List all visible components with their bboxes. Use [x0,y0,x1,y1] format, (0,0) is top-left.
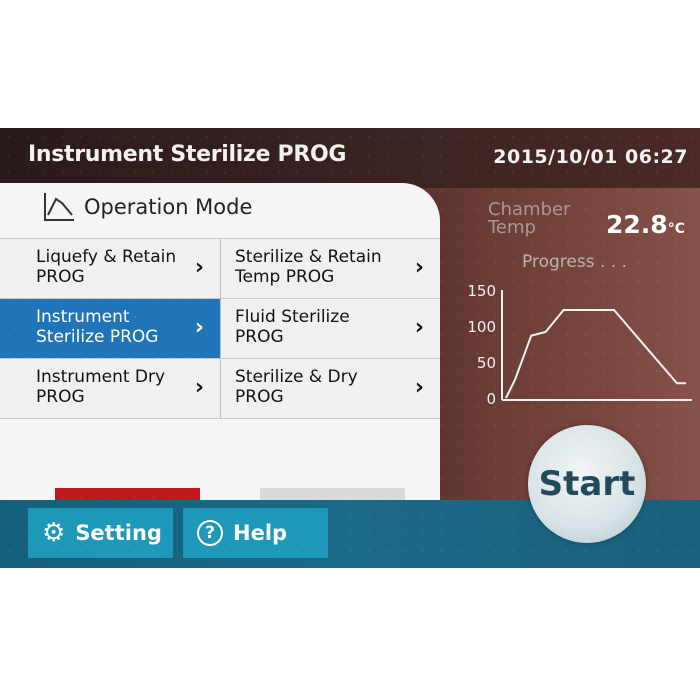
program-sterilize-dry[interactable]: Sterilize & Dry PROG › [220,359,440,419]
y-tick-0: 0 [486,390,496,408]
program-instrument-dry[interactable]: Instrument Dry PROG › [0,359,220,419]
program-label-line2: PROG [235,327,284,347]
operation-mode-dialog: Operation Mode Liquefy & Retain PROG › S… [0,183,440,548]
setting-button[interactable]: ⚙ Setting [28,508,173,558]
progress-profile-line [505,309,686,399]
program-label-line1: Sterilize & Dry [235,367,358,387]
help-button[interactable]: ? Help [183,508,328,558]
program-label-line2: PROG [36,267,85,287]
program-label-line1: Instrument [36,307,130,327]
chevron-right-icon: › [194,375,204,400]
chamber-temp-readout: 22.8°C [606,210,685,239]
program-instrument-sterilize[interactable]: Instrument Sterilize PROG › [0,299,220,359]
datetime: 2015/10/01 06:27 [493,146,688,168]
chamber-temp-label: Chamber Temp [488,201,570,237]
chamber-temp-value: 22.8 [606,210,668,239]
help-label: Help [233,521,288,545]
panel-header: Operation Mode [44,193,252,221]
program-label-line1: Liquefy & Retain [36,247,177,267]
program-label-line2: Temp PROG [235,267,335,287]
panel-title: Operation Mode [84,195,253,219]
program-label-line1: Instrument Dry [36,367,166,387]
setting-label: Setting [75,521,162,545]
chamber-label-line2: Temp [488,217,536,238]
chamber-temp-unit: °C [667,221,685,237]
start-button[interactable]: Start [528,425,646,543]
program-label-line1: Sterilize & Retain [235,247,382,267]
program-grid: Liquefy & Retain PROG › Sterilize & Reta… [0,238,440,479]
program-liquefy-retain[interactable]: Liquefy & Retain PROG › [0,239,220,299]
gear-icon: ⚙ [42,518,66,548]
program-label-line2: PROG [235,387,284,407]
help-icon: ? [197,520,223,546]
header-bar: Instrument Sterilize PROG 2015/10/01 06:… [0,128,700,188]
device-screen: Instrument Sterilize PROG 2015/10/01 06:… [0,128,700,568]
program-sterilize-retain-temp[interactable]: Sterilize & Retain Temp PROG › [220,239,440,299]
chevron-right-icon: › [414,255,424,280]
y-tick-100: 100 [467,318,496,336]
graph-icon [44,193,74,221]
program-label-line2: Sterilize PROG [36,327,159,347]
chevron-right-icon: › [194,315,204,340]
y-tick-50: 50 [477,354,496,372]
program-fluid-sterilize[interactable]: Fluid Sterilize PROG › [220,299,440,359]
program-label-line2: PROG [36,387,85,407]
program-label-line1: Fluid Sterilize [235,307,350,327]
chevron-right-icon: › [414,315,424,340]
chevron-right-icon: › [414,375,424,400]
screen-title: Instrument Sterilize PROG [28,142,347,167]
chevron-right-icon: › [194,255,204,280]
y-tick-150: 150 [467,282,496,300]
progress-graph: 150 100 50 0 [467,282,692,408]
progress-label: Progress . . . [522,252,627,272]
